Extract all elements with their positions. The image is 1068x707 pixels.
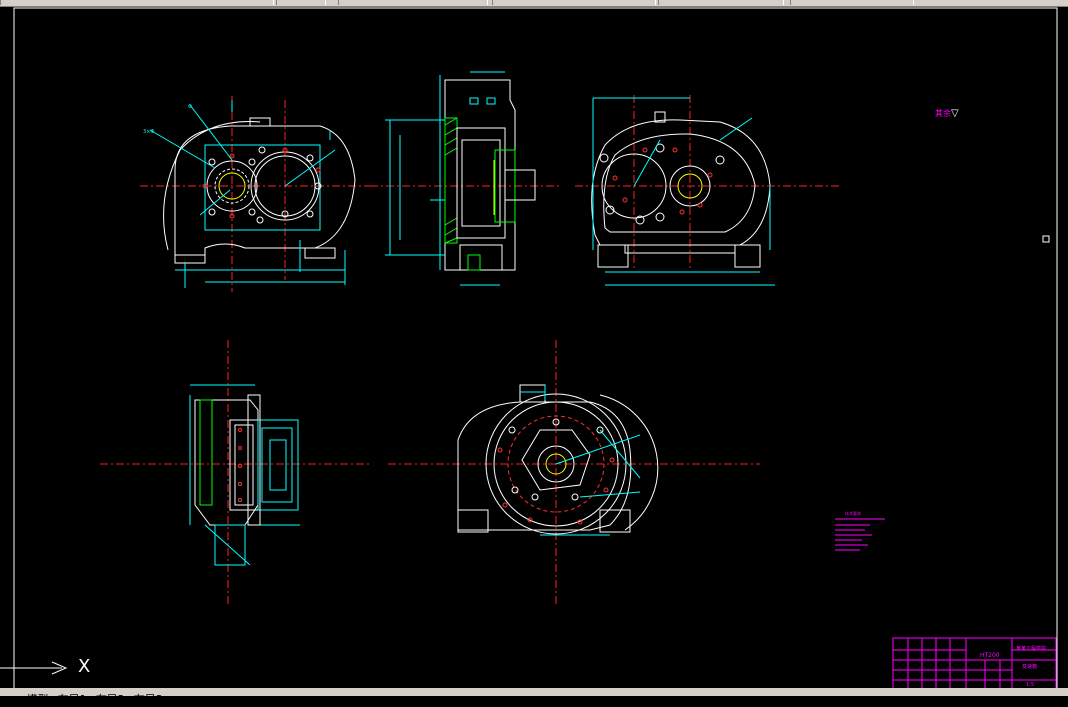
- toolbar-lineweight-dropdown[interactable]: [492, 0, 656, 5]
- tab-layout2[interactable]: 布局2: [96, 693, 125, 706]
- side-section-view: [370, 71, 560, 286]
- notes-title: 技术要求: [845, 510, 861, 516]
- svg-text:Φ: Φ: [188, 104, 192, 110]
- toolbar-plotstyle-dropdown[interactable]: [658, 0, 784, 5]
- tab-model[interactable]: 模型: [27, 693, 49, 706]
- tab-layout3[interactable]: 布局3: [134, 693, 163, 706]
- roughness-symbol: ▽: [951, 108, 959, 119]
- rear-view: [388, 340, 760, 607]
- front-view: Φ 3×Φ: [140, 96, 375, 292]
- svg-text:3×Φ: 3×Φ: [143, 129, 154, 135]
- technical-notes: 技术要求: [835, 510, 885, 551]
- drawing-canvas[interactable]: Φ 3×Φ 其余 ▽ 技术要求 HT200 某某工程学院 变速箱 1:5: [0, 6, 1068, 695]
- toolbar-color-dropdown[interactable]: [276, 0, 326, 5]
- layout-tabs-bar: ◀ ▶ 模型 布局1 布局2 布局3: [0, 688, 1068, 705]
- toolbar-misc-dropdown[interactable]: [790, 0, 914, 5]
- ucs-icon: [0, 661, 68, 675]
- roughness-note: 其余 ▽: [935, 108, 959, 119]
- title-part-name: 变速箱: [1022, 663, 1037, 670]
- toolbar-layer-dropdown[interactable]: [0, 0, 274, 5]
- right-view: [575, 95, 840, 286]
- tab-nav-next[interactable]: ▶: [13, 696, 19, 705]
- ucs-x-label: X: [78, 656, 91, 677]
- tab-nav-prev[interactable]: ◀: [0, 696, 6, 705]
- tab-layout1[interactable]: 布局1: [58, 693, 87, 706]
- roughness-label: 其余: [935, 108, 951, 118]
- left-section-view: [100, 340, 370, 607]
- grip-square[interactable]: [1042, 235, 1050, 243]
- drawing-border: [13, 7, 1058, 695]
- title-material: HT200: [980, 652, 1000, 659]
- toolbar-linetype-dropdown[interactable]: [338, 0, 488, 5]
- title-company: 某某工程学院: [1016, 645, 1046, 652]
